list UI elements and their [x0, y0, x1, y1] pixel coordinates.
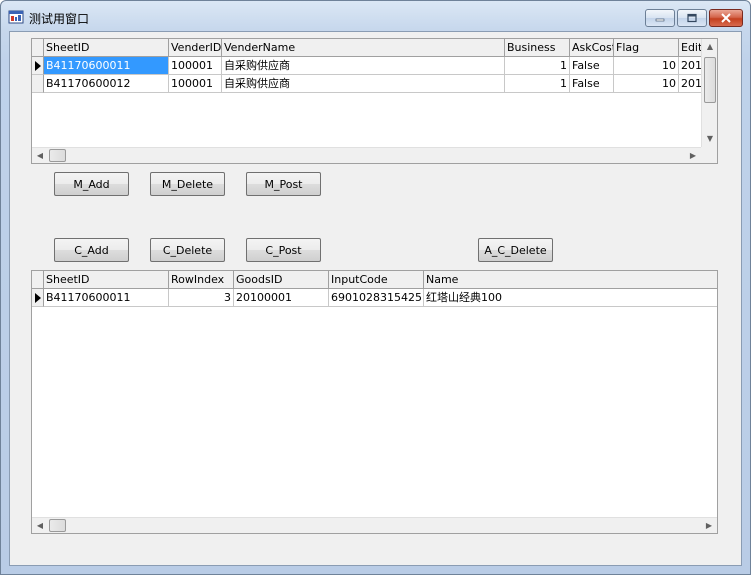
cell-vendername[interactable]: 自采购供应商 [222, 75, 505, 93]
cell-sheetid[interactable]: B41170600011 [44, 289, 169, 307]
child-horizontal-scroll-thumb[interactable] [49, 519, 66, 532]
column-header-sheetid[interactable]: SheetID [44, 39, 169, 57]
master-vertical-scrollbar[interactable]: ▲ ▼ [701, 39, 717, 147]
scroll-right-arrow-icon[interactable]: ▶ [685, 148, 701, 163]
app-icon [8, 10, 24, 24]
cell-flag[interactable]: 10 [614, 75, 679, 93]
cell-rowindex[interactable]: 3 [169, 289, 234, 307]
maximize-button[interactable] [677, 9, 707, 27]
cell-name[interactable]: 红塔山经典100 [424, 289, 717, 307]
cell-venderid[interactable]: 100001 [169, 75, 222, 93]
cell-sheetid[interactable]: B41170600011 [44, 57, 169, 75]
cell-venderid[interactable]: 100001 [169, 57, 222, 75]
child-delete-button[interactable]: C_Delete [150, 238, 225, 262]
master-horizontal-scrollbar[interactable]: ◀ ▶ [32, 147, 701, 163]
column-header-inputcode[interactable]: InputCode [329, 271, 424, 289]
cell-business[interactable]: 1 [505, 57, 570, 75]
column-header-goodsid[interactable]: GoodsID [234, 271, 329, 289]
close-button[interactable] [709, 9, 743, 27]
scroll-down-arrow-icon[interactable]: ▼ [702, 131, 717, 147]
column-header-venderid[interactable]: VenderID [169, 39, 222, 57]
cell-goodsid[interactable]: 20100001 [234, 289, 329, 307]
current-row-arrow-icon [35, 293, 41, 303]
cell-askcost[interactable]: False [570, 57, 614, 75]
table-row[interactable]: B41170600011 3 20100001 6901028315425 红塔… [32, 289, 717, 307]
column-header-vendername[interactable]: VenderName [222, 39, 505, 57]
master-delete-button[interactable]: M_Delete [150, 172, 225, 196]
column-header-business[interactable]: Business [505, 39, 570, 57]
scroll-up-arrow-icon[interactable]: ▲ [702, 39, 717, 55]
close-icon [721, 13, 731, 23]
master-add-button[interactable]: M_Add [54, 172, 129, 196]
cell-askcost[interactable]: False [570, 75, 614, 93]
minimize-icon [655, 18, 665, 22]
child-add-button[interactable]: C_Add [54, 238, 129, 262]
scroll-left-arrow-icon[interactable]: ◀ [32, 148, 48, 163]
master-vertical-scroll-thumb[interactable] [704, 57, 716, 103]
scroll-left-arrow-icon[interactable]: ◀ [32, 518, 48, 533]
current-row-arrow-icon [35, 61, 41, 71]
minimize-button[interactable] [645, 9, 675, 27]
current-row-indicator [32, 57, 44, 75]
restore-icon [687, 13, 697, 23]
master-grid-header: SheetID VenderID VenderName Business Ask… [32, 39, 717, 57]
cell-flag[interactable]: 10 [614, 57, 679, 75]
current-row-indicator [32, 289, 44, 307]
child-grid[interactable]: SheetID RowIndex GoodsID InputCode Name … [31, 270, 718, 534]
cell-business[interactable]: 1 [505, 75, 570, 93]
column-header-flag[interactable]: Flag [614, 39, 679, 57]
master-post-button[interactable]: M_Post [246, 172, 321, 196]
cell-sheetid[interactable]: B41170600012 [44, 75, 169, 93]
child-post-button[interactable]: C_Post [246, 238, 321, 262]
column-header-rowindex[interactable]: RowIndex [169, 271, 234, 289]
row-indicator [32, 75, 44, 93]
master-grid[interactable]: SheetID VenderID VenderName Business Ask… [31, 38, 718, 164]
scrollbar-corner [701, 147, 717, 163]
cell-inputcode[interactable]: 6901028315425 [329, 289, 424, 307]
delete-all-children-button[interactable]: A_C_Delete [478, 238, 553, 262]
child-grid-header: SheetID RowIndex GoodsID InputCode Name [32, 271, 717, 289]
row-indicator-header [32, 271, 44, 289]
column-header-name[interactable]: Name [424, 271, 717, 289]
column-header-askcost[interactable]: AskCost [570, 39, 614, 57]
row-indicator-header [32, 39, 44, 57]
table-row[interactable]: B41170600012 100001 自采购供应商 1 False 10 20… [32, 75, 717, 93]
title-bar[interactable]: 测试用窗口 [1, 1, 750, 31]
master-horizontal-scroll-thumb[interactable] [49, 149, 66, 162]
cell-vendername[interactable]: 自采购供应商 [222, 57, 505, 75]
window-title: 测试用窗口 [29, 12, 90, 26]
child-horizontal-scrollbar[interactable]: ◀ ▶ [32, 517, 717, 533]
scroll-right-arrow-icon[interactable]: ▶ [701, 518, 717, 533]
column-header-sheetid[interactable]: SheetID [44, 271, 169, 289]
table-row[interactable]: B41170600011 100001 自采购供应商 1 False 10 20… [32, 57, 717, 75]
